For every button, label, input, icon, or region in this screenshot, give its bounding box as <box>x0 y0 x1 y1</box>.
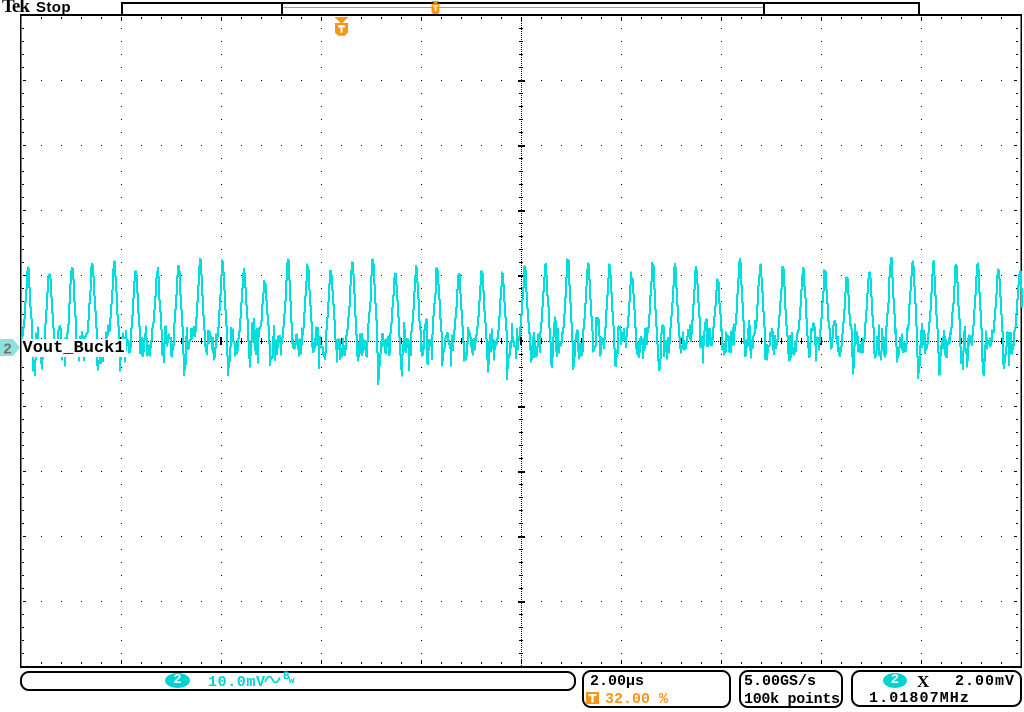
svg-text:2: 2 <box>3 342 12 359</box>
